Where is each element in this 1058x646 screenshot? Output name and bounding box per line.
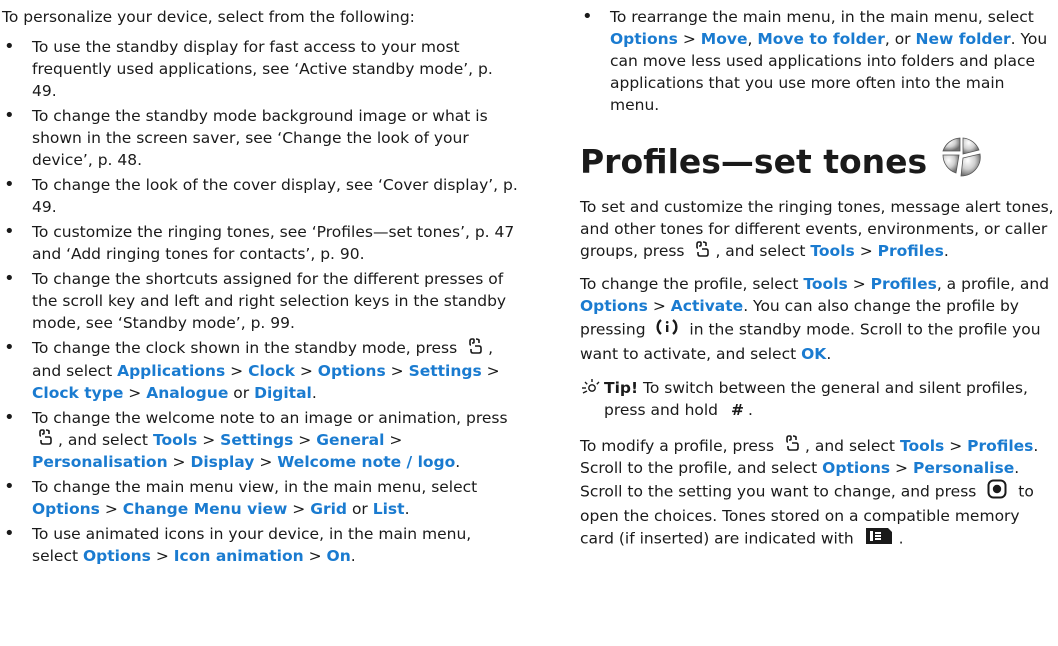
tip-note: Tip! To switch between the general and s… xyxy=(580,377,1056,421)
tip-label: Tip! xyxy=(604,378,639,397)
paragraph: To set and customize the ringing tones, … xyxy=(580,196,1056,263)
section-heading-row: Profiles—set tones xyxy=(580,137,1056,182)
list-item: To change the standby mode background im… xyxy=(2,105,520,171)
power-key-icon xyxy=(656,317,678,343)
list-item: To change the clock shown in the standby… xyxy=(2,337,520,404)
personalize-list: To use the standby display for fast acce… xyxy=(2,36,520,567)
menu-key-icon xyxy=(38,429,52,451)
list-item: To change the welcome note to an image o… xyxy=(2,407,520,474)
paragraph: To change the profile, select Tools > Pr… xyxy=(580,274,1050,363)
list-item: To use the standby display for fast acce… xyxy=(2,36,520,102)
memory-card-icon xyxy=(865,527,893,551)
intro-text: To personalize your device, select from … xyxy=(2,8,415,26)
left-column: To personalize your device, select from … xyxy=(2,6,520,570)
right-column: To rearrange the main menu, in the main … xyxy=(580,6,1056,557)
list-item: To customize the ringing tones, see ‘Pro… xyxy=(2,221,520,265)
scroll-key-icon xyxy=(987,479,1007,505)
list-item: To rearrange the main menu, in the main … xyxy=(580,6,1056,116)
profiles-icon xyxy=(942,137,981,177)
list-item: To change the main menu view, in the mai… xyxy=(2,476,520,520)
section-heading: Profiles—set tones xyxy=(580,142,928,181)
list-item: To use animated icons in your device, in… xyxy=(2,523,520,567)
rearrange-list: To rearrange the main menu, in the main … xyxy=(580,6,1056,116)
menu-key-icon xyxy=(785,435,799,457)
hash-key: # xyxy=(730,400,744,419)
paragraph: To modify a profile, press , and select … xyxy=(580,435,1056,552)
list-item: To change the shortcuts assigned for the… xyxy=(2,268,520,334)
menu-key-icon xyxy=(695,240,710,263)
list-item: To change the look of the cover display,… xyxy=(2,174,520,218)
menu-key-icon xyxy=(468,337,482,360)
lightbulb-icon xyxy=(582,378,600,394)
